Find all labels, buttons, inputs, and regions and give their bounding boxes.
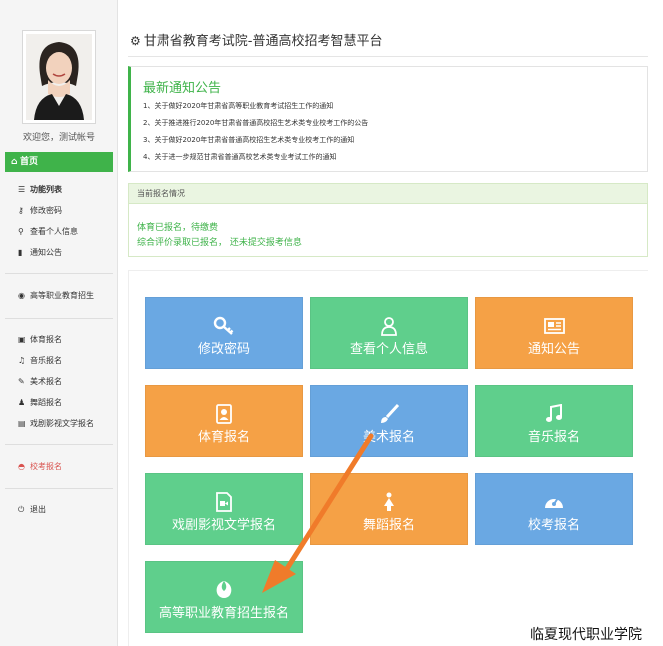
sidebar-item-school-exam[interactable]: ◓ 校考报名 [18, 461, 62, 473]
rebel-icon: ◉ [18, 291, 25, 300]
gear-icon: ⚙ [130, 34, 141, 48]
notice-title: 最新通知公告 [143, 81, 222, 96]
paintbrush-icon [311, 403, 467, 424]
video-file-icon: ▤ [18, 419, 26, 428]
tile-drama[interactable]: 戏剧影视文学报名 [145, 473, 303, 545]
welcome-text: 欢迎您，测试帐号 [22, 133, 95, 143]
notice-link[interactable]: 4、关于进一步规范甘肃省普通高校艺术类专业考试工作的通知 [143, 152, 336, 162]
watermark-text: 临夏现代职业学院 [530, 627, 642, 643]
notice-panel: 最新通知公告 1、关于做好2020年甘肃省高等职业教育考试招生工作的通知 2、关… [128, 66, 648, 172]
dashboard-icon: ◓ [18, 462, 25, 471]
sidebar-item-drama[interactable]: ▤ 戏剧影视文学报名 [18, 418, 94, 430]
tile-notices[interactable]: 通知公告 [475, 297, 633, 369]
divider [128, 56, 648, 57]
music-note-icon [476, 403, 632, 424]
tile-art[interactable]: 美术报名 [310, 385, 468, 457]
file-icon: ▮ [18, 248, 23, 257]
sidebar-item-art[interactable]: ✎ 美术报名 [18, 376, 62, 388]
newspaper-icon [476, 316, 632, 336]
notice-link[interactable]: 1、关于做好2020年甘肃省高等职业教育考试招生工作的通知 [143, 101, 333, 111]
music-note-icon: ♫ [18, 356, 26, 365]
dancer-icon: ♟ [18, 398, 26, 407]
status-line: 综合评价录取已报名， 还未提交报考信息 [137, 238, 302, 248]
user-icon [311, 316, 467, 336]
divider [5, 488, 113, 489]
sidebar-item-profile[interactable]: ⚲ 查看个人信息 [18, 226, 78, 238]
sidebar-item-label: 首页 [20, 157, 39, 167]
status-heading: 当前报名情况 [129, 184, 647, 204]
status-line: 体育已报名，待缴费 [137, 223, 219, 233]
tile-music[interactable]: 音乐报名 [475, 385, 633, 457]
tile-school-exam[interactable]: 校考报名 [475, 473, 633, 545]
dashboard-icon [476, 492, 632, 512]
dancer-icon [311, 492, 467, 512]
tile-profile[interactable]: 查看个人信息 [310, 297, 468, 369]
search-icon: ⚲ [18, 227, 24, 236]
notice-link[interactable]: 2、关于推进推行2020年甘肃省普通高校招生艺术类专业校考工作的公告 [143, 118, 368, 128]
video-file-icon [146, 492, 302, 512]
power-icon: ⏻ [18, 505, 25, 514]
avatar [26, 34, 92, 120]
key-icon: ⚷ [18, 206, 24, 215]
sidebar-item-change-password[interactable]: ⚷ 修改密码 [18, 205, 62, 217]
tile-change-password[interactable]: 修改密码 [145, 297, 303, 369]
sidebar-item-vocational[interactable]: ◉ 高等职业教育招生 [18, 290, 94, 302]
notice-link[interactable]: 3、关于做好2020年甘肃省普通高校招生艺术类专业校考工作的通知 [143, 135, 354, 145]
divider [5, 318, 113, 319]
sidebar-item-dance[interactable]: ♟ 舞蹈报名 [18, 397, 62, 409]
sidebar-item-music[interactable]: ♫ 音乐报名 [18, 355, 62, 367]
registration-status-panel: 当前报名情况 体育已报名，待缴费 综合评价录取已报名， 还未提交报考信息 [128, 183, 648, 257]
list-icon: ☰ [18, 185, 26, 194]
divider [5, 273, 113, 274]
sidebar-item-home[interactable]: ⌂ 首页 [5, 152, 113, 172]
sidebar-section-features: ☰ 功能列表 [18, 185, 62, 194]
key-icon [146, 316, 302, 336]
portrait-icon [146, 404, 302, 424]
home-icon: ⌂ [11, 157, 18, 167]
tile-vocational[interactable]: 高等职业教育招生报名 [145, 561, 303, 633]
divider [5, 444, 113, 445]
sidebar-item-notices[interactable]: ▮ 通知公告 [18, 247, 62, 259]
page-title: ⚙ 甘肃省教育考试院-普通高校招考智慧平台 [130, 34, 383, 49]
tile-sports[interactable]: 体育报名 [145, 385, 303, 457]
paintbrush-icon: ✎ [18, 377, 25, 386]
tile-dance[interactable]: 舞蹈报名 [310, 473, 468, 545]
sidebar-item-sports[interactable]: ▣ 体育报名 [18, 334, 62, 346]
portrait-icon: ▣ [18, 335, 26, 344]
rebel-icon [146, 580, 302, 600]
sidebar-item-logout[interactable]: ⏻ 退出 [18, 504, 46, 516]
sidebar: 欢迎您，测试帐号 ⌂ 首页 ☰ 功能列表 ⚷ 修改密码 ⚲ 查看个人信息 ▮ 通知公告 … [0, 0, 118, 646]
avatar-frame [22, 30, 96, 124]
